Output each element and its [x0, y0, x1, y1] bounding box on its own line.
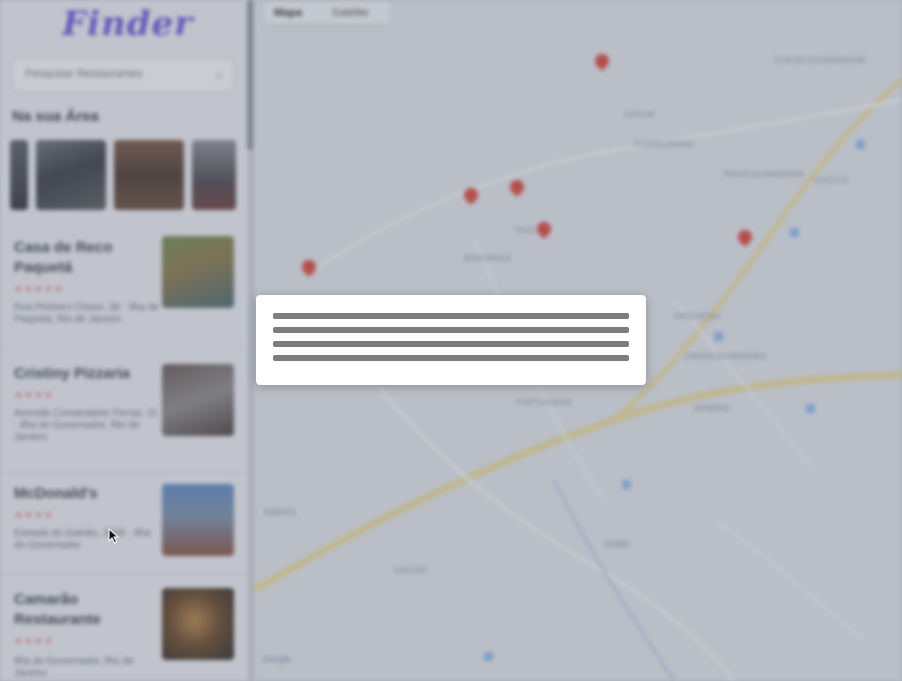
- modal-text-line: [273, 313, 629, 319]
- modal-dialog: [256, 295, 646, 385]
- modal-text-line: [273, 341, 629, 347]
- modal-text-line: [273, 355, 629, 361]
- mouse-cursor-icon: [108, 528, 120, 544]
- modal-text-line: [273, 327, 629, 333]
